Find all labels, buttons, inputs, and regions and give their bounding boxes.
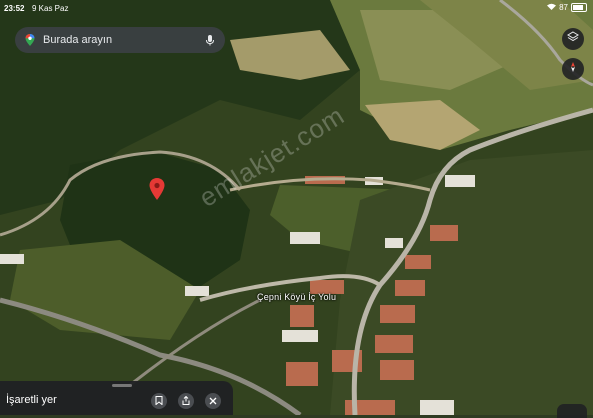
layers-button[interactable]: [562, 28, 584, 50]
corner-button[interactable]: [557, 404, 587, 418]
bottom-sheet[interactable]: İşaretli yer: [0, 381, 233, 415]
status-time: 23:52: [4, 4, 25, 13]
wifi-icon: [547, 3, 557, 12]
satellite-map[interactable]: [0, 0, 593, 415]
status-indicators: 87: [547, 3, 587, 12]
maps-logo-icon: [23, 33, 37, 47]
search-input[interactable]: Burada arayın: [43, 34, 203, 46]
share-icon: [182, 392, 190, 410]
road-label: Çepni Köyü İç Yolu: [257, 292, 337, 302]
bookmark-icon: [155, 392, 163, 410]
mic-icon[interactable]: [203, 33, 217, 47]
location-pin-icon[interactable]: [149, 178, 165, 200]
compass-button[interactable]: [562, 58, 584, 80]
status-date: 9 Kas Paz: [32, 4, 69, 13]
save-button[interactable]: [151, 393, 167, 409]
status-bar: 23:52 9 Kas Paz 87: [0, 0, 593, 18]
dropped-pin-label: İşaretli yer: [6, 394, 57, 406]
battery-percent: 87: [559, 3, 568, 12]
compass-icon: [567, 60, 579, 78]
close-icon: [209, 392, 217, 410]
layers-icon: [567, 30, 579, 48]
sheet-handle[interactable]: [112, 384, 132, 387]
battery-icon: [571, 3, 587, 12]
close-button[interactable]: [205, 393, 221, 409]
share-button[interactable]: [178, 393, 194, 409]
search-bar[interactable]: Burada arayın: [15, 27, 225, 53]
